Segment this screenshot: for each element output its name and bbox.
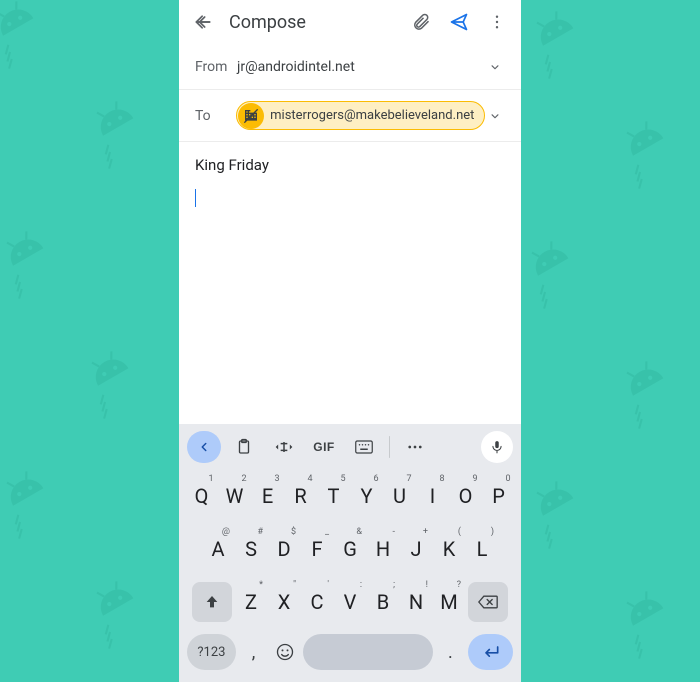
keyboard-toolbar: GIF <box>183 428 517 466</box>
gif-button[interactable]: GIF <box>307 431 341 463</box>
key-h[interactable]: H- <box>367 526 399 572</box>
text-select-icon[interactable] <box>267 431 301 463</box>
mic-icon[interactable] <box>481 431 513 463</box>
key-j[interactable]: J+ <box>400 526 432 572</box>
keyboard-row-2: A@S#D$F_G&H-J+K(L) <box>183 526 517 572</box>
keyboard-bottom-row: ?123 , . <box>183 628 517 676</box>
domain-disabled-icon <box>238 103 264 129</box>
key-w[interactable]: W2 <box>219 473 251 519</box>
symbols-key[interactable]: ?123 <box>187 634 236 670</box>
from-value: jr@androidintel.net <box>237 59 485 75</box>
key-c[interactable]: C' <box>301 579 333 625</box>
key-l[interactable]: L) <box>466 526 498 572</box>
recipient-chip[interactable]: misterrogers@makebelieveland.net <box>236 101 485 130</box>
key-m[interactable]: M? <box>433 579 465 625</box>
from-row[interactable]: From jr@androidintel.net <box>179 44 521 90</box>
enter-key[interactable] <box>468 634 513 670</box>
key-d[interactable]: D$ <box>268 526 300 572</box>
keyboard-settings-icon[interactable] <box>347 431 381 463</box>
page-title: Compose <box>229 12 306 33</box>
subject-input[interactable]: King Friday <box>179 142 521 186</box>
key-o[interactable]: O9 <box>450 473 482 519</box>
key-z[interactable]: Z* <box>235 579 267 625</box>
comma-key[interactable]: , <box>240 634 267 670</box>
key-v[interactable]: V: <box>334 579 366 625</box>
period-key[interactable]: . <box>437 634 464 670</box>
keyboard: GIF Q1W2E3R4T5Y6U7I8O9P0 A@S#D$F_G&H-J+K… <box>179 424 521 682</box>
emoji-key[interactable] <box>271 634 298 670</box>
key-u[interactable]: U7 <box>384 473 416 519</box>
to-label: To <box>195 108 236 124</box>
keyboard-row-1: Q1W2E3R4T5Y6U7I8O9P0 <box>183 473 517 519</box>
key-b[interactable]: B; <box>367 579 399 625</box>
shift-key[interactable] <box>192 582 232 622</box>
from-label: From <box>195 59 237 75</box>
from-expand-icon[interactable] <box>485 60 505 74</box>
key-q[interactable]: Q1 <box>186 473 218 519</box>
key-f[interactable]: F_ <box>301 526 333 572</box>
space-key[interactable] <box>303 634 433 670</box>
key-i[interactable]: I8 <box>417 473 449 519</box>
key-t[interactable]: T5 <box>318 473 350 519</box>
key-r[interactable]: R4 <box>285 473 317 519</box>
key-g[interactable]: G& <box>334 526 366 572</box>
key-k[interactable]: K( <box>433 526 465 572</box>
clipboard-icon[interactable] <box>227 431 261 463</box>
key-p[interactable]: P0 <box>483 473 515 519</box>
key-n[interactable]: N! <box>400 579 432 625</box>
key-a[interactable]: A@ <box>202 526 234 572</box>
phone-frame: Compose From jr@androidintel.net To mist… <box>179 0 521 682</box>
attach-icon[interactable] <box>403 4 439 40</box>
backspace-key[interactable] <box>468 582 508 622</box>
toolbar-separator <box>389 436 390 458</box>
app-bar: Compose <box>179 0 521 44</box>
to-row[interactable]: To misterrogers@makebelieveland.net <box>179 90 521 142</box>
text-cursor <box>195 189 196 207</box>
more-icon[interactable] <box>479 4 515 40</box>
more-tools-icon[interactable] <box>398 431 432 463</box>
back-icon[interactable] <box>185 4 221 40</box>
recipient-chip-label: misterrogers@makebelieveland.net <box>270 108 474 123</box>
body-input[interactable] <box>179 186 521 424</box>
key-e[interactable]: E3 <box>252 473 284 519</box>
keyboard-collapse-icon[interactable] <box>187 431 221 463</box>
send-icon[interactable] <box>441 4 477 40</box>
keyboard-row-3: Z*X"C'V:B;N!M? <box>183 579 517 625</box>
key-x[interactable]: X" <box>268 579 300 625</box>
key-y[interactable]: Y6 <box>351 473 383 519</box>
to-expand-icon[interactable] <box>485 109 505 123</box>
key-s[interactable]: S# <box>235 526 267 572</box>
